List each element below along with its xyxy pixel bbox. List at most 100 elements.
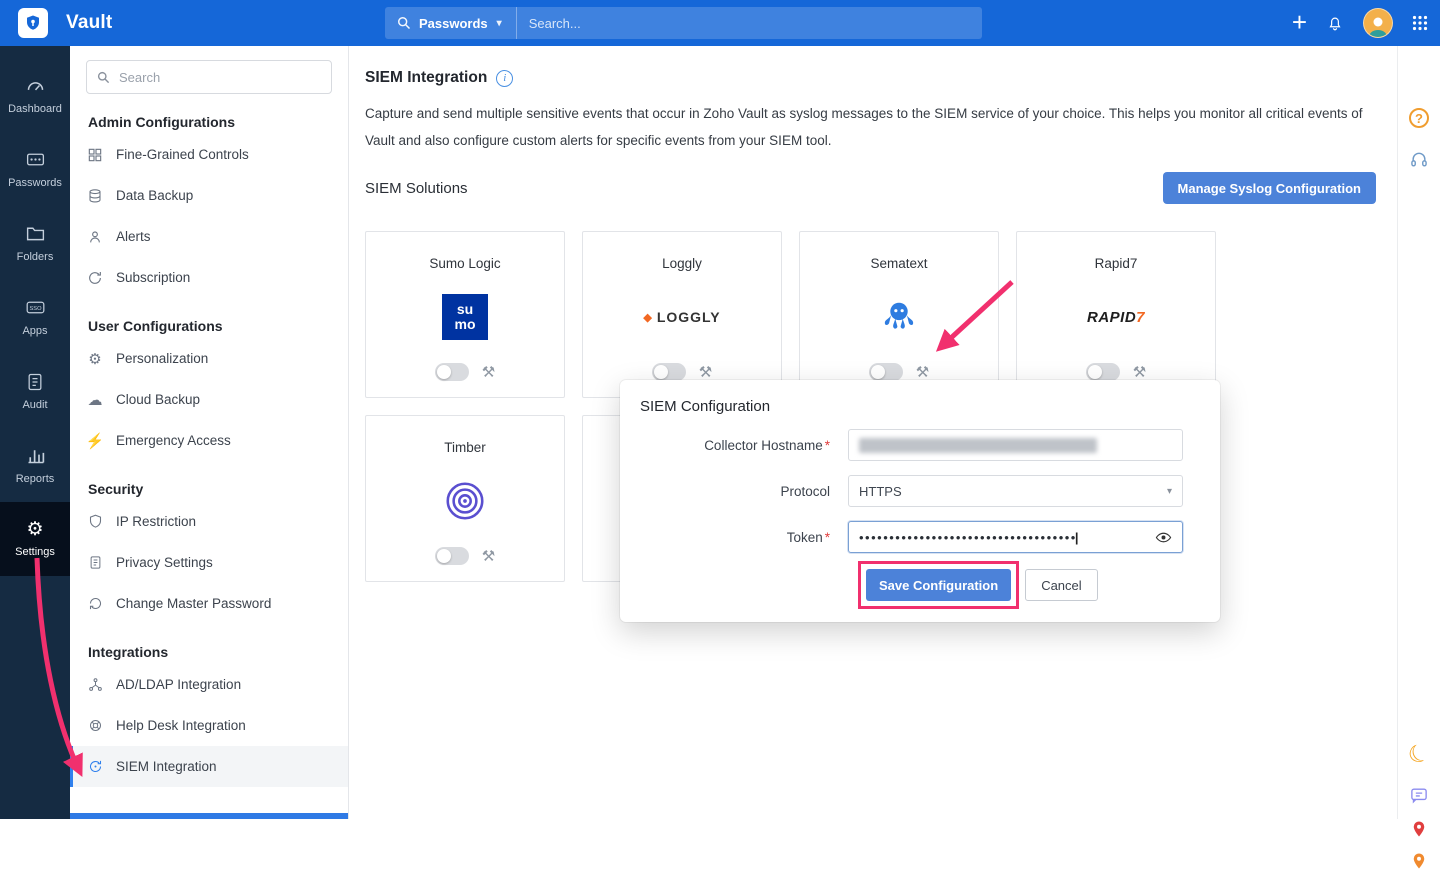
sidebar-item-ip-restriction[interactable]: IP Restriction: [70, 501, 348, 542]
card-title: Timber: [444, 440, 486, 455]
modal-title: SIEM Configuration: [640, 398, 1200, 415]
nav-item-audit[interactable]: Audit: [0, 354, 70, 428]
sidebar-item-ad-ldap-integration[interactable]: AD/LDAP Integration: [70, 664, 348, 705]
cancel-button[interactable]: Cancel: [1025, 569, 1097, 601]
vault-logo[interactable]: [18, 8, 48, 38]
sematext-toggle[interactable]: [869, 363, 903, 381]
nav-item-settings[interactable]: ⚙ Settings: [0, 502, 70, 576]
token-label: Token*: [640, 530, 848, 545]
rapid7-logo: RAPID7: [1017, 271, 1215, 363]
manage-syslog-button[interactable]: Manage Syslog Configuration: [1163, 172, 1376, 204]
eye-icon[interactable]: [1155, 529, 1172, 546]
sidebar-item-alerts[interactable]: Alerts: [70, 216, 348, 257]
protocol-value: HTTPS: [859, 484, 902, 499]
svg-text:SSO: SSO: [29, 306, 42, 312]
headset-icon[interactable]: [1409, 150, 1429, 170]
token-input[interactable]: ••••••••••••••••••••••••••••••••••••|: [848, 521, 1183, 553]
location-pin-secondary-icon[interactable]: [1410, 852, 1428, 870]
moon-icon[interactable]: ☾: [1403, 737, 1435, 772]
nav-label: Folders: [17, 251, 54, 263]
gear-icon: ⚙: [26, 520, 43, 539]
rapid7-toggle[interactable]: [1086, 363, 1120, 381]
sumo-logo-text-bottom: mo: [455, 317, 476, 332]
passwords-icon: [25, 149, 46, 170]
collector-hostname-label: Collector Hostname*: [640, 438, 848, 453]
global-search-bar: Passwords ▾: [385, 7, 982, 39]
sidebar-item-label: SIEM Integration: [116, 759, 217, 774]
sidebar-item-privacy-settings[interactable]: Privacy Settings: [70, 542, 348, 583]
timber-toggle[interactable]: [435, 547, 469, 565]
vault-shield-icon: [24, 14, 42, 32]
location-pin-icon[interactable]: [1410, 820, 1428, 838]
siem-configuration-modal: SIEM Configuration Collector Hostname* P…: [620, 380, 1220, 622]
sidebar-item-change-master-password[interactable]: Change Master Password: [70, 583, 348, 624]
masked-value: [859, 438, 1097, 453]
sidebar-item-help-desk-integration[interactable]: Help Desk Integration: [70, 705, 348, 746]
nav-label: Apps: [22, 325, 47, 337]
nav-item-passwords[interactable]: Passwords: [0, 132, 70, 206]
bell-icon[interactable]: [1326, 14, 1344, 32]
sidebar-item-siem-integration[interactable]: SIEM Integration: [70, 746, 348, 787]
grid-icon: [86, 147, 104, 163]
sidebar-item-label: Subscription: [116, 270, 190, 285]
sidebar-search-input[interactable]: [119, 70, 321, 85]
nav-item-dashboard[interactable]: Dashboard: [0, 58, 70, 132]
sidebar-item-label: Personalization: [116, 351, 208, 366]
section-title-user: User Configurations: [88, 318, 348, 334]
configure-tools-icon[interactable]: ⚒: [1133, 365, 1146, 380]
loggly-toggle[interactable]: [652, 363, 686, 381]
avatar[interactable]: [1363, 8, 1393, 38]
sidebar-item-label: IP Restriction: [116, 514, 196, 529]
required-marker: *: [825, 530, 830, 545]
nav-label: Reports: [16, 473, 55, 485]
nav-item-apps[interactable]: SSO Apps: [0, 280, 70, 354]
section-title-admin: Admin Configurations: [88, 114, 348, 130]
sidebar-item-fine-grained-controls[interactable]: Fine-Grained Controls: [70, 134, 348, 175]
sidebar-item-label: AD/LDAP Integration: [116, 677, 241, 692]
nav-item-reports[interactable]: Reports: [0, 428, 70, 502]
card-title: Loggly: [662, 256, 702, 271]
search-scope-label: Passwords: [419, 16, 488, 31]
sidebar-item-personalization[interactable]: ⚙ Personalization: [70, 338, 348, 379]
folders-icon: [25, 223, 46, 244]
sidebar-item-cloud-backup[interactable]: ☁ Cloud Backup: [70, 379, 348, 420]
sumo-logic-logo: su mo: [366, 271, 564, 363]
global-search-input[interactable]: [517, 16, 982, 31]
feedback-chat-icon[interactable]: [1410, 786, 1429, 805]
configure-tools-icon[interactable]: ⚒: [916, 365, 929, 380]
sidebar-item-subscription[interactable]: Subscription: [70, 257, 348, 298]
sumo-logo-text-top: su: [457, 302, 473, 317]
configure-tools-icon[interactable]: ⚒: [482, 365, 495, 380]
chevron-down-icon: ▾: [1167, 486, 1172, 497]
sidebar-search[interactable]: [86, 60, 332, 94]
timber-logo: [366, 455, 564, 547]
apps-grid-icon[interactable]: [1412, 15, 1428, 31]
page-title: SIEM Integration: [365, 69, 487, 87]
sidebar-item-emergency-access[interactable]: ⚡ Emergency Access: [70, 420, 348, 461]
primary-nav: Dashboard Passwords Folders SSO Apps Aud…: [0, 46, 70, 819]
protocol-select[interactable]: HTTPS ▾: [848, 475, 1183, 507]
info-icon[interactable]: i: [496, 70, 513, 87]
configure-tools-icon[interactable]: ⚒: [699, 365, 712, 380]
chevron-down-icon: ▾: [497, 18, 502, 29]
save-configuration-button[interactable]: Save Configuration: [866, 569, 1011, 601]
add-icon[interactable]: +: [1292, 9, 1307, 35]
help-icon[interactable]: ?: [1409, 108, 1429, 128]
topbar-actions: +: [1292, 0, 1428, 46]
collector-hostname-input[interactable]: [848, 429, 1183, 461]
sidebar-item-label: Help Desk Integration: [116, 718, 246, 733]
section-title-security: Security: [88, 481, 348, 497]
sidebar-item-data-backup[interactable]: Data Backup: [70, 175, 348, 216]
nav-item-folders[interactable]: Folders: [0, 206, 70, 280]
sidebar-item-label: Privacy Settings: [116, 555, 213, 570]
configure-tools-icon[interactable]: ⚒: [482, 549, 495, 564]
card-title: Sematext: [870, 256, 927, 271]
search-scope-dropdown[interactable]: Passwords ▾: [411, 7, 516, 39]
settings-sidebar: Admin Configurations Fine-Grained Contro…: [70, 46, 349, 819]
search-icon: [97, 71, 110, 84]
topbar: Vault Passwords ▾ +: [0, 0, 1440, 46]
nav-label: Settings: [15, 546, 55, 558]
lifering-icon: [86, 718, 104, 733]
gear-icon: ⚙: [86, 350, 104, 368]
sumo-logic-toggle[interactable]: [435, 363, 469, 381]
